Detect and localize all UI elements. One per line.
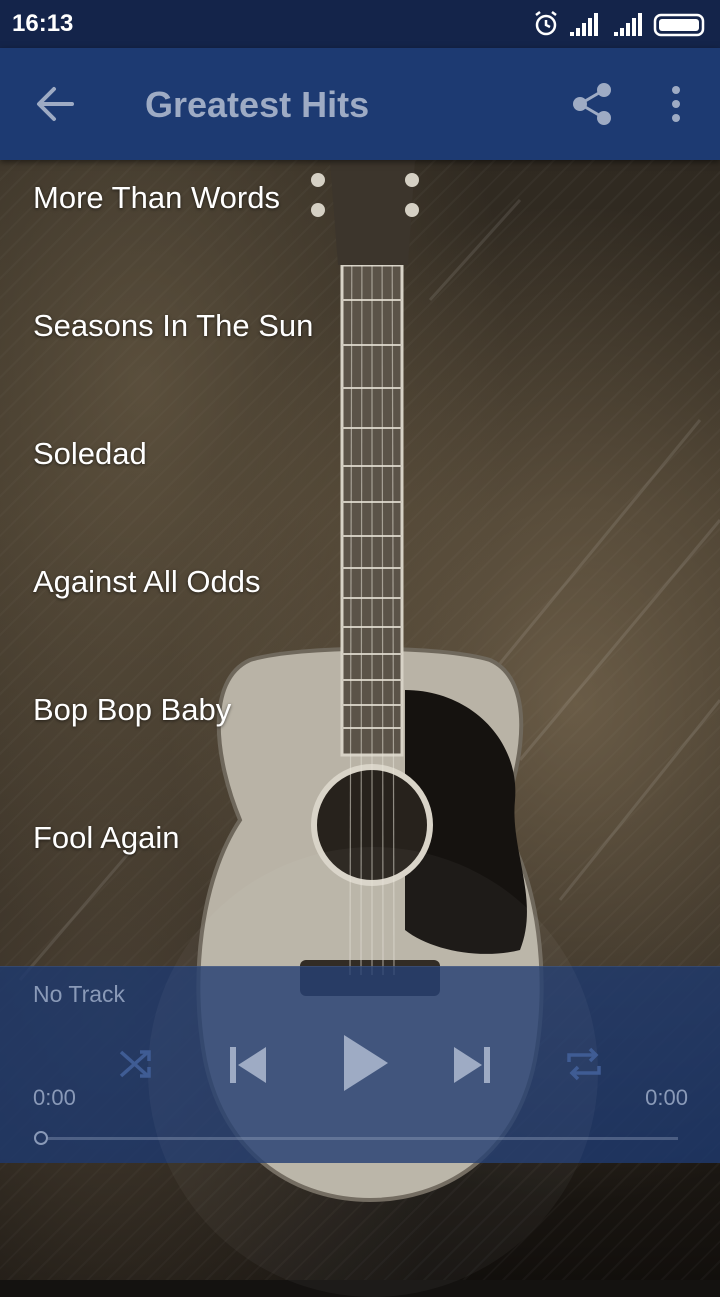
track-label: Seasons In The Sun (33, 308, 314, 343)
now-playing-label: No Track (33, 981, 126, 1007)
track-label: More Than Words (33, 180, 280, 215)
app-bar: Greatest Hits (0, 48, 720, 160)
list-item[interactable]: Against All Odds (0, 544, 720, 672)
status-bar: 16:13 (0, 0, 720, 48)
signal-icon (570, 13, 598, 36)
list-item[interactable]: More Than Words (0, 160, 720, 288)
track-label: Against All Odds (33, 564, 261, 599)
repeat-icon[interactable] (565, 1045, 603, 1088)
shuffle-icon[interactable] (118, 1045, 154, 1086)
track-label: Fool Again (33, 820, 180, 855)
back-arrow-icon[interactable] (34, 84, 76, 129)
list-item[interactable]: Seasons In The Sun (0, 288, 720, 416)
alarm-icon (535, 11, 557, 36)
seek-thumb[interactable] (34, 1131, 48, 1145)
player-panel: No Track 0:00 0:00 (0, 847, 720, 1297)
seek-bar[interactable] (48, 1137, 678, 1140)
share-icon[interactable] (570, 82, 614, 131)
more-vert-icon[interactable] (668, 86, 684, 127)
play-icon[interactable] (342, 1033, 390, 1098)
list-item[interactable]: Soledad (0, 416, 720, 544)
page-title: Greatest Hits (145, 84, 370, 125)
previous-icon[interactable] (228, 1045, 268, 1090)
next-icon[interactable] (452, 1045, 492, 1090)
status-icons (528, 10, 708, 40)
track-label: Soledad (33, 436, 147, 471)
elapsed-time: 0:00 (33, 1085, 76, 1110)
status-time: 16:13 (12, 10, 74, 37)
signal-icon (614, 13, 642, 36)
track-list: More Than Words Seasons In The Sun Soled… (0, 160, 720, 928)
duration-time: 0:00 (645, 1085, 688, 1110)
track-label: Bop Bop Baby (33, 692, 232, 727)
list-item[interactable]: Fool Again (0, 800, 720, 928)
list-item[interactable]: Bop Bop Baby (0, 672, 720, 800)
battery-icon (653, 13, 705, 37)
